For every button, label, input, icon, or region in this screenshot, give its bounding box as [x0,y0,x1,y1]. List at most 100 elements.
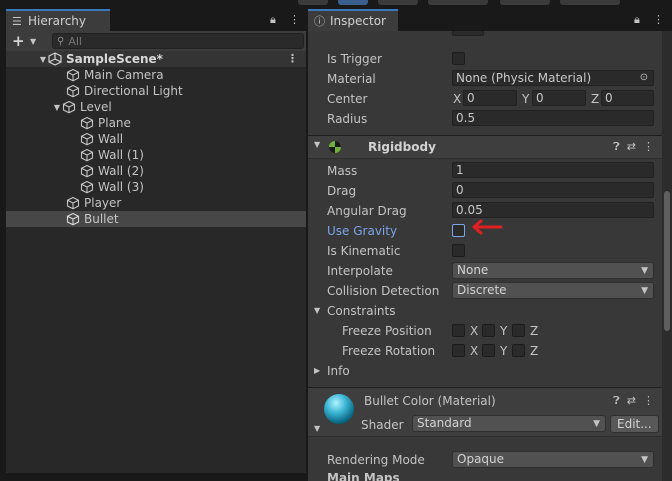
hierarchy-search[interactable]: ⚲ [52,33,304,49]
center-y-field[interactable]: 0 [532,90,586,106]
list-item-label: Bullet [84,212,119,226]
is-kinematic-checkbox[interactable] [452,244,465,257]
help-icon[interactable]: ❓︎ [613,394,620,407]
component-menu-icon[interactable]: ⋮ [643,394,654,407]
radius-field[interactable]: 0.5 [452,110,654,126]
constraints-row[interactable]: ▼ Constraints [308,301,662,321]
main-maps-label: Main Maps [327,471,400,481]
gameobject-cube-icon [62,100,76,114]
is-kinematic-row: Is Kinematic [308,241,662,261]
use-gravity-checkbox[interactable] [452,224,465,237]
list-item-label: Wall [98,132,124,146]
center-x-field[interactable]: 0 [463,90,517,106]
list-item-label: Player [84,196,122,210]
create-button[interactable]: + [12,32,25,50]
interpolate-row: Interpolate None ▼ [308,261,662,281]
list-item-selected[interactable]: Bullet [6,211,306,227]
list-item[interactable]: ▼ Level [6,99,306,115]
tab-hierarchy[interactable]: ☰ Hierarchy [6,9,110,31]
tab-inspector[interactable]: ⓘ Inspector [308,9,398,31]
inspector-content: Is Trigger Material None (Physic Materia… [308,31,662,481]
shader-label: Shader [361,418,404,432]
freeze-position-z-checkbox[interactable] [512,324,525,337]
info-row[interactable]: ▶ Info [308,361,662,381]
angular-drag-row: Angular Drag 0.05 [308,201,662,221]
list-item[interactable]: Player [6,195,306,211]
list-item[interactable]: Plane [6,115,306,131]
freeze-position-y-checkbox[interactable] [482,324,495,337]
hierarchy-panel: ☰ Hierarchy 🔒︎ ⋮ + ▼ ⚲ ▼ SampleScene* ⋮ … [6,7,306,481]
center-z-field[interactable]: 0 [601,90,654,106]
list-item[interactable]: Wall [6,131,306,147]
drag-field[interactable]: 0 [452,182,654,198]
edit-shader-button[interactable]: Edit... [610,415,659,433]
object-picker-icon[interactable]: ⊙ [638,72,650,84]
gameobject-cube-icon [80,116,94,130]
list-item[interactable]: Wall (2) [6,163,306,179]
interpolate-dropdown[interactable]: None ▼ [452,262,654,279]
scene-name: SampleScene* [66,52,163,66]
fold-arrow-icon[interactable]: ▼ [52,103,62,112]
list-item[interactable]: Directional Light [6,83,306,99]
center-row: Center X 0 Y 0 Z 0 [308,89,662,109]
list-item[interactable]: Wall (1) [6,147,306,163]
scene-row[interactable]: ▼ SampleScene* ⋮ [6,51,306,67]
fold-arrow-right-icon[interactable]: ▶ [314,366,320,375]
list-item[interactable]: Wall (3) [6,179,306,195]
freeze-rotation-x-checkbox[interactable] [452,344,465,357]
material-label: Material [327,72,376,86]
lock-icon[interactable]: 🔒︎ [270,13,276,27]
list-item[interactable]: Main Camera [6,67,306,83]
is-trigger-row: Is Trigger [308,49,662,69]
scrollbar-thumb[interactable] [664,191,670,331]
fold-arrow-icon[interactable]: ▼ [38,55,48,64]
angular-drag-field[interactable]: 0.05 [452,202,654,218]
collision-detection-dropdown[interactable]: Discrete ▼ [452,282,654,299]
constraints-label: Constraints [327,304,396,318]
preset-icon[interactable]: ⇄ [627,394,636,407]
gameobject-cube-icon [66,196,80,210]
freeze-position-x-checkbox[interactable] [452,324,465,337]
scene-menu-icon[interactable]: ⋮ [287,52,298,65]
rendering-mode-dropdown[interactable]: Opaque ▼ [452,451,654,468]
gameobject-cube-icon [80,164,94,178]
freeze-rotation-z-checkbox[interactable] [512,344,525,357]
material-value: None (Physic Material) [456,71,592,85]
interpolate-label: Interpolate [327,264,393,278]
mass-field[interactable]: 1 [452,162,654,178]
is-trigger-checkbox[interactable] [452,52,465,65]
dropdown-arrow-icon[interactable]: ▼ [30,37,36,46]
shader-dropdown[interactable]: Standard ▼ [412,415,606,432]
drag-row: Drag 0 [308,181,662,201]
kebab-menu-icon[interactable]: ⋮ [289,13,300,26]
material-header[interactable]: ▼ Bullet Color (Material) ❓︎ ⇄ ⋮ Shader … [308,387,662,437]
fold-arrow-icon[interactable]: ▼ [314,306,320,315]
inspector-scrollbar[interactable] [662,31,672,481]
center-y-label: Y [522,92,530,106]
inspector-panel: ⓘ Inspector 🔒︎ ⋮ Is Trigger Material Non… [308,7,672,481]
component-menu-icon[interactable]: ⋮ [643,140,654,153]
preset-icon[interactable]: ⇄ [627,140,636,153]
drag-value: 0 [456,183,464,197]
rigidbody-header[interactable]: ▼ Rigidbody ❓︎ ⇄ ⋮ [308,135,662,159]
list-item-label: Main Camera [84,68,164,82]
freeze-rotation-y-checkbox[interactable] [482,344,495,357]
material-object-field[interactable]: None (Physic Material) ⊙ [452,70,654,86]
tab-inspector-label: Inspector [330,14,386,28]
info-icon: ⓘ [314,15,325,28]
kebab-menu-icon[interactable]: ⋮ [653,13,664,26]
list-item-label: Directional Light [84,84,183,98]
cut-off-field[interactable] [452,31,484,36]
help-icon[interactable]: ❓︎ [613,140,620,153]
center-x-value: 0 [467,91,475,105]
mass-label: Mass [327,164,358,178]
lock-icon[interactable]: 🔒︎ [634,13,640,27]
main-maps-row: Main Maps [308,468,662,481]
freeze-position-label: Freeze Position [342,324,432,338]
fold-arrow-icon[interactable]: ▼ [314,424,320,433]
unity-scene-icon [48,52,62,66]
top-toolbar-strip [0,0,672,7]
search-input[interactable] [68,34,269,48]
material-row: Material None (Physic Material) ⊙ [308,69,662,89]
fold-arrow-icon[interactable]: ▼ [314,140,320,149]
